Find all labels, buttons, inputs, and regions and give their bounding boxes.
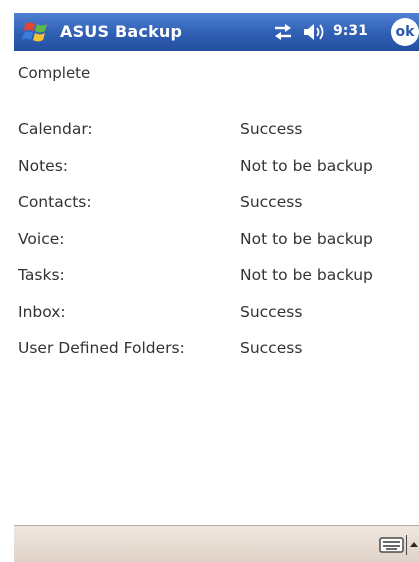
item-label: Contacts: [18,193,92,211]
item-label: Notes: [18,156,68,175]
pocket-pc-screen: ASUS Backup 9:31 ok Complete Calendar: S… [14,13,419,562]
list-item: User Defined Folders: Success [18,339,418,376]
item-status: Success [240,120,303,138]
item-status: Success [240,339,303,357]
item-label: Tasks: [18,266,65,284]
menu-bar [14,525,419,562]
list-item: Inbox: Success [18,303,418,340]
item-label: Voice: [18,229,65,248]
windows-flag-icon[interactable] [22,19,50,45]
item-label: Calendar: [18,120,93,138]
item-status: Success [240,193,303,211]
list-item: Tasks: Not to be backup [18,266,418,303]
clock[interactable]: 9:31 [333,23,368,39]
backup-status-heading: Complete [18,64,91,82]
item-status: Not to be backup [240,266,373,284]
title-bar: ASUS Backup 9:31 ok [14,13,419,51]
item-label: Inbox: [18,302,66,321]
item-status: Success [240,302,303,321]
item-status: Not to be backup [240,229,373,248]
item-label: User Defined Folders: [18,339,185,357]
list-item: Voice: Not to be backup [18,230,418,267]
speaker-icon[interactable] [302,22,326,42]
list-item: Notes: Not to be backup [18,157,418,194]
up-arrow-icon[interactable] [406,535,419,555]
app-title: ASUS Backup [60,22,183,41]
list-item: Contacts: Success [18,193,418,230]
item-status: Not to be backup [240,156,373,175]
connectivity-arrows-icon[interactable] [272,23,294,41]
ok-button[interactable]: ok [391,18,419,46]
backup-results-list: Calendar: Success Notes: Not to be backu… [18,120,418,376]
list-item: Calendar: Success [18,120,418,157]
keyboard-icon[interactable] [379,535,405,555]
